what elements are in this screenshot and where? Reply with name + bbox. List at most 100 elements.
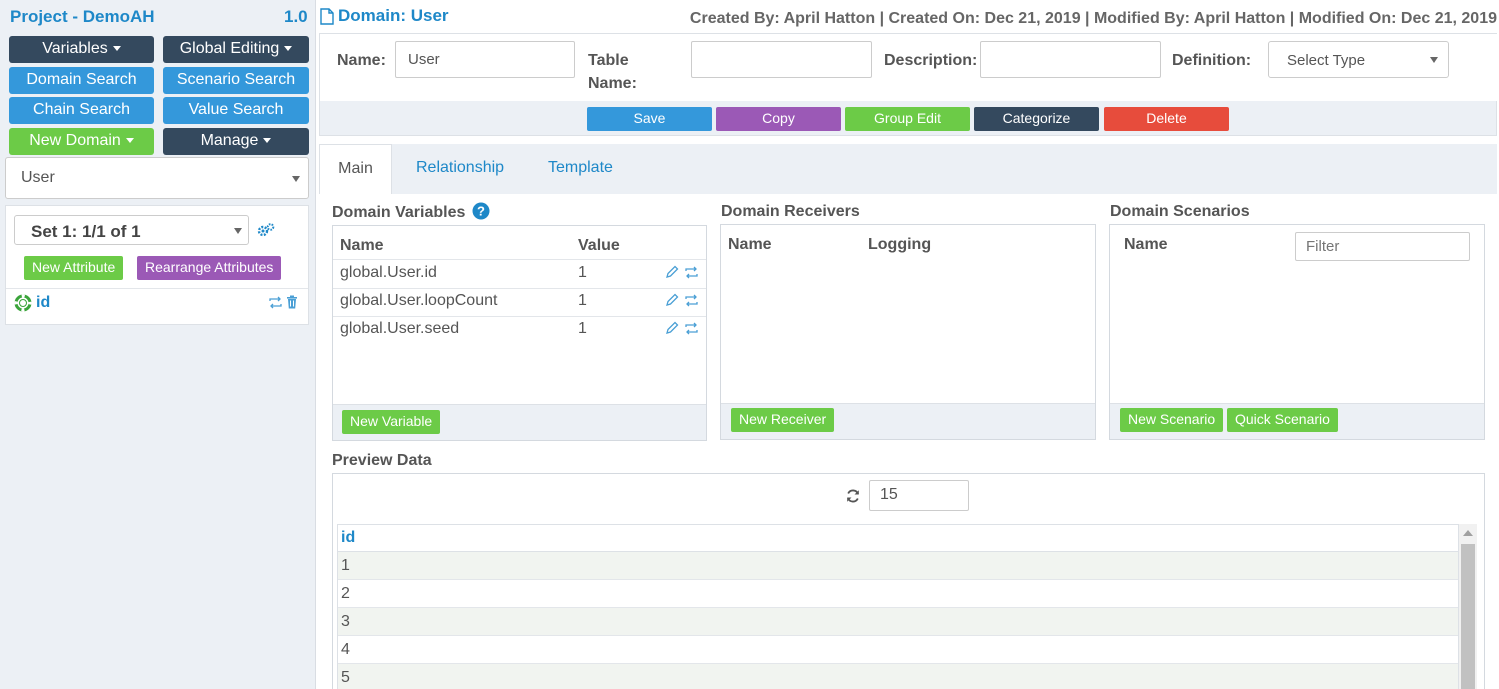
description-input[interactable] <box>980 41 1161 78</box>
table-row: 2 <box>338 580 1458 608</box>
gears-icon[interactable] <box>257 222 275 238</box>
domain-scenarios-box: Name New Scenario Quick Scenario <box>1109 224 1485 440</box>
domain-select[interactable]: User <box>5 157 309 199</box>
scenarios-footer: New Scenario Quick Scenario <box>1110 403 1484 439</box>
receivers-table: Name Logging <box>721 225 1095 405</box>
tab-main[interactable]: Main <box>319 144 392 194</box>
tab-template[interactable]: Template <box>525 144 636 194</box>
quick-scenario-button[interactable]: Quick Scenario <box>1227 408 1338 432</box>
variable-name: global.User.seed <box>340 320 460 337</box>
scroll-thumb[interactable] <box>1461 544 1475 689</box>
chevron-down-icon <box>292 176 300 182</box>
swap-icon[interactable] <box>268 296 283 309</box>
attribute-name[interactable]: id <box>36 294 50 312</box>
trash-icon[interactable] <box>286 295 298 309</box>
caret-down-icon <box>284 46 293 52</box>
chevron-down-icon <box>234 228 242 234</box>
caret-down-icon <box>125 138 134 144</box>
name-label: Name: <box>337 52 386 69</box>
table-row: 1 <box>338 552 1458 580</box>
domain-search-button[interactable]: Domain Search <box>9 67 154 94</box>
col-value: Value <box>578 237 620 254</box>
table-name-label-line1: Table <box>588 52 629 69</box>
global-editing-label: Global Editing <box>179 40 280 57</box>
delete-button[interactable]: Delete <box>1104 107 1229 131</box>
col-name: Name <box>340 237 384 254</box>
chevron-down-icon <box>1430 57 1438 63</box>
new-domain-label: New Domain <box>29 132 121 149</box>
group-edit-button[interactable]: Group Edit <box>845 107 970 131</box>
attribute-item[interactable]: id <box>14 293 304 315</box>
sidebar: Project - DemoAH 1.0 Variables Global Ed… <box>0 0 316 689</box>
scroll-up-arrow-icon[interactable] <box>1463 530 1473 536</box>
save-button[interactable]: Save <box>587 107 712 131</box>
preview-scrollbar[interactable] <box>1459 524 1477 689</box>
preview-data-box: 15 id 1 2 3 4 5 <box>332 473 1485 689</box>
refresh-icon[interactable] <box>846 489 860 503</box>
domain-scenarios-title: Domain Scenarios <box>1110 203 1250 220</box>
new-receiver-button[interactable]: New Receiver <box>731 408 835 432</box>
new-variable-button[interactable]: New Variable <box>342 410 441 434</box>
name-input[interactable]: User <box>395 41 575 78</box>
variable-value: 1 <box>578 264 587 281</box>
domain-variables-title: Domain Variables <box>332 204 466 221</box>
variables-label: Variables <box>42 40 108 57</box>
pencil-icon[interactable] <box>665 293 679 307</box>
swap-icon[interactable] <box>684 294 699 307</box>
domain-receivers-title: Domain Receivers <box>721 203 860 220</box>
scenario-search-button[interactable]: Scenario Search <box>163 67 309 94</box>
table-name-label-line2: Name: <box>588 75 637 92</box>
preview-cell: 4 <box>341 641 350 658</box>
definition-label: Definition: <box>1172 52 1252 69</box>
domain-variables-box: Name Value global.User.id 1 global.User.… <box>332 225 707 441</box>
manage-label: Manage <box>200 132 259 149</box>
new-scenario-button[interactable]: New Scenario <box>1120 408 1224 432</box>
pencil-icon[interactable] <box>665 321 679 335</box>
definition-select-value: Select Type <box>1287 52 1366 69</box>
swap-icon[interactable] <box>684 266 699 279</box>
svg-text:?: ? <box>477 204 485 219</box>
swap-icon[interactable] <box>684 322 699 335</box>
preview-data-title: Preview Data <box>332 452 432 469</box>
col-name: Name <box>728 236 772 253</box>
preview-header-row: id <box>338 525 1458 552</box>
pencil-icon[interactable] <box>665 265 679 279</box>
project-title[interactable]: Project - DemoAH <box>10 7 155 27</box>
scenario-filter-input[interactable] <box>1295 232 1470 261</box>
receivers-footer: New Receiver <box>721 403 1095 439</box>
description-label: Description: <box>884 52 978 69</box>
help-icon[interactable]: ? <box>472 202 490 220</box>
caret-down-icon <box>263 138 272 144</box>
set-select[interactable]: Set 1: 1/1 of 1 <box>14 215 249 245</box>
preview-table: id 1 2 3 4 5 <box>337 524 1459 689</box>
preview-count-input[interactable]: 15 <box>869 480 969 511</box>
table-row[interactable]: global.User.seed 1 <box>333 316 706 344</box>
definition-select[interactable]: Select Type <box>1268 41 1449 78</box>
copy-button[interactable]: Copy <box>716 107 841 131</box>
rearrange-attributes-button[interactable]: Rearrange Attributes <box>137 256 282 280</box>
variables-dropdown[interactable]: Variables <box>9 36 154 63</box>
manage-dropdown[interactable]: Manage <box>163 128 309 155</box>
preview-col-id[interactable]: id <box>341 529 355 547</box>
caret-down-icon <box>112 46 121 52</box>
tab-relationship[interactable]: Relationship <box>393 144 527 194</box>
domain-title-text: Domain: User <box>338 6 449 25</box>
col-logging: Logging <box>868 236 932 253</box>
new-domain-dropdown[interactable]: New Domain <box>9 128 154 155</box>
preview-cell: 3 <box>341 613 350 630</box>
table-row[interactable]: global.User.id 1 <box>333 260 706 288</box>
variables-table: Name Value global.User.id 1 global.User.… <box>333 226 706 406</box>
variable-name: global.User.id <box>340 264 437 281</box>
variable-name: global.User.loopCount <box>340 292 498 309</box>
attributes-panel: Set 1: 1/1 of 1 New Attribute Rearrange … <box>5 205 309 325</box>
table-row: 4 <box>338 636 1458 664</box>
new-attribute-button[interactable]: New Attribute <box>24 256 124 280</box>
chain-search-button[interactable]: Chain Search <box>9 97 154 124</box>
global-editing-dropdown[interactable]: Global Editing <box>163 36 309 63</box>
table-name-input[interactable] <box>691 41 872 78</box>
variable-value: 1 <box>578 292 587 309</box>
value-search-button[interactable]: Value Search <box>163 97 309 124</box>
categorize-button[interactable]: Categorize <box>974 107 1099 131</box>
table-row[interactable]: global.User.loopCount 1 <box>333 288 706 316</box>
main-content: Domain Variables ? Name Value global.Use… <box>319 194 1497 689</box>
